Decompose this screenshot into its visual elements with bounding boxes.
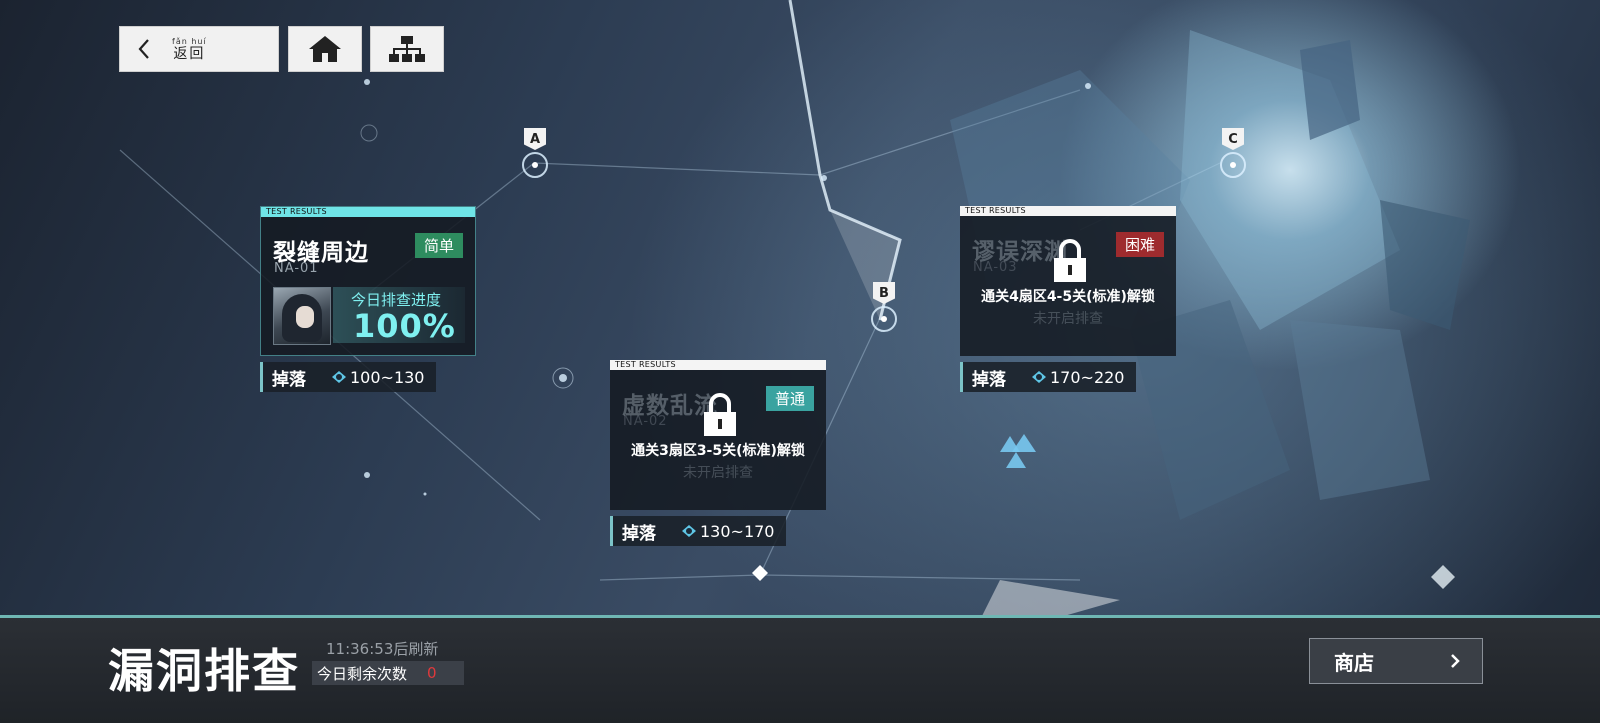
marker-a-label: A — [524, 128, 546, 150]
drop-range: 170~220 — [1050, 367, 1125, 387]
drop-info-na03: 掉落 170~220 — [960, 362, 1136, 392]
card-status-header: TEST RESULTS — [610, 360, 826, 370]
chip-icon — [682, 525, 696, 537]
unlock-requirement: 通关3扇区3-5关(标准)解锁 — [631, 443, 805, 459]
map-overview-button[interactable] — [370, 26, 444, 72]
chip-icon — [332, 371, 346, 383]
remaining-attempts: 今日剩余次数 0 — [312, 661, 464, 685]
remaining-count: 0 — [427, 664, 437, 682]
drop-label: 掉落 — [622, 523, 656, 544]
node-marker-c[interactable]: C — [1220, 128, 1246, 178]
lock-icon — [704, 393, 736, 436]
progress-panel: 今日排查进度 100% — [333, 287, 465, 345]
card-status-header: TEST RESULTS — [261, 207, 475, 217]
unlock-requirement: 通关4扇区4-5关(标准)解锁 — [981, 289, 1155, 305]
drop-info-na01: 掉落 100~130 — [260, 362, 436, 392]
progress-value: 100% — [353, 307, 456, 345]
marker-c-label: C — [1222, 128, 1244, 150]
marker-b-label: B — [873, 282, 895, 304]
node-marker-b[interactable]: B — [871, 282, 897, 332]
avatar — [273, 287, 331, 345]
drop-range: 130~170 — [700, 521, 775, 541]
page-title: 漏洞排查 — [108, 644, 300, 698]
chip-icon — [1032, 371, 1046, 383]
node-marker-a[interactable]: A — [522, 128, 548, 178]
card-status-header: TEST RESULTS — [960, 206, 1176, 216]
stage-status-text: 未开启排查 — [683, 465, 753, 481]
difficulty-badge: 简单 — [414, 233, 463, 258]
back-ruby: fǎn huí — [172, 36, 207, 46]
remaining-label: 今日剩余次数 — [317, 664, 408, 683]
chevron-right-icon — [1451, 654, 1460, 668]
drop-label: 掉落 — [272, 369, 306, 390]
difficulty-badge: 普通 — [765, 386, 814, 411]
drop-info-na02: 掉落 130~170 — [610, 516, 786, 546]
stage-card-na03[interactable]: TEST RESULTS 谬误深渊 NA-03 困难 通关4扇区4-5关(标准)… — [960, 206, 1176, 356]
drop-label: 掉落 — [972, 369, 1006, 390]
home-icon — [309, 36, 341, 62]
stage-card-na02[interactable]: TEST RESULTS 虚数乱流 NA-02 普通 通关3扇区3-5关(标准)… — [610, 360, 826, 510]
difficulty-badge: 困难 — [1115, 232, 1164, 257]
back-label: 返回 — [173, 45, 206, 62]
bottom-bar: 漏洞排查 11:36:53后刷新 今日剩余次数 0 商店 — [0, 615, 1600, 723]
refresh-timer: 11:36:53后刷新 — [326, 640, 439, 658]
drop-range: 100~130 — [350, 367, 425, 387]
home-button[interactable] — [288, 26, 362, 72]
stage-code: NA-01 — [274, 261, 319, 276]
chevron-left-icon — [138, 39, 149, 59]
shop-button[interactable]: 商店 — [1309, 638, 1483, 684]
lock-icon — [1054, 239, 1086, 282]
back-button[interactable]: fǎn huí 返回 — [119, 26, 279, 72]
shop-label: 商店 — [1334, 650, 1374, 675]
stage-status-text: 未开启排查 — [1033, 311, 1103, 327]
stage-code: NA-03 — [973, 260, 1018, 275]
stage-card-na01[interactable]: TEST RESULTS 裂缝周边 NA-01 简单 今日排查进度 100% — [260, 206, 476, 356]
stage-code: NA-02 — [623, 414, 668, 429]
sitemap-icon — [389, 36, 425, 62]
